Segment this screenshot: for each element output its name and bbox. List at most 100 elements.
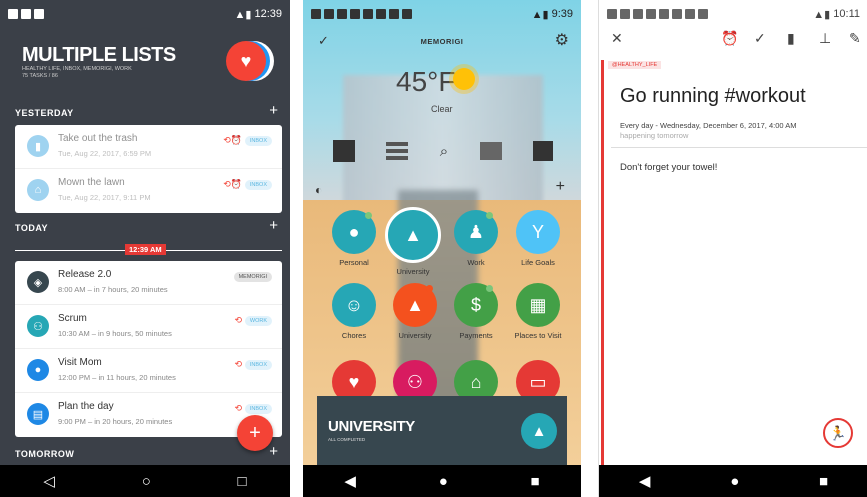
grid-view-icon[interactable] — [479, 142, 502, 160]
recents-icon[interactable]: □ — [238, 473, 247, 490]
task-row[interactable]: ● Visit Mom 12:00 PM – in 11 hours, 20 m… — [15, 349, 282, 393]
task-row[interactable]: ◈ Release 2.0 8:00 AM – in 7 hours, 20 m… — [15, 261, 282, 305]
running-icon[interactable]: 🏃 — [823, 418, 853, 448]
group-icon: ⚇ — [27, 315, 49, 337]
notification-icon — [337, 9, 347, 19]
list-label: University — [398, 331, 432, 340]
task-tag: WORK — [244, 316, 272, 326]
toggle-icon[interactable]: ◐ — [315, 183, 322, 197]
building-icon: ▦ — [516, 283, 560, 327]
list-tile[interactable]: $ Payments — [445, 283, 507, 340]
check-icon[interactable]: ✓ — [754, 30, 766, 47]
list-label: Payments — [459, 331, 493, 340]
notification-icon — [324, 9, 334, 19]
page-subtitle: HEALTHY LIFE, INBOX, MEMORIGI, WORK 75 T… — [22, 66, 162, 80]
list-tile[interactable]: ♟ Work — [445, 210, 507, 267]
home-button-icon[interactable]: ○ — [142, 473, 151, 490]
status-bar: ▲▮ 9:39 — [303, 0, 581, 28]
add-tomorrow-button[interactable]: + — [269, 443, 278, 460]
notification-icon — [311, 9, 321, 19]
notification-icon — [8, 9, 18, 19]
repeat-alarm-icon: ⟲⏰ — [223, 135, 242, 145]
task-time: Tue, Aug 22, 2017, 9:11 PM — [58, 193, 151, 202]
single-view-icon[interactable] — [532, 141, 553, 161]
task-row[interactable]: ⌂ Mown the lawn Tue, Aug 22, 2017, 9:11 … — [15, 169, 282, 213]
close-icon[interactable]: ✕ — [611, 30, 623, 47]
task-tag: MEMORIGI — [233, 272, 272, 282]
gear-icon[interactable]: ⚙ — [555, 30, 569, 50]
task-title: Go running #workout — [620, 85, 806, 107]
repeat-icon: ⟲ — [234, 359, 242, 369]
list-tile[interactable]: Y Life Goals — [507, 210, 569, 267]
task-title: Scrum — [58, 313, 87, 324]
task-note: Don't forget your towel! — [620, 162, 718, 173]
divider — [611, 147, 867, 148]
task-time: 12:00 PM – in 11 hours, 20 minutes — [58, 373, 176, 382]
add-today-button[interactable]: + — [269, 217, 278, 234]
notification-icon — [633, 9, 643, 19]
back-icon[interactable]: ◀ — [639, 472, 651, 490]
notification-icon — [698, 9, 708, 19]
list-tile[interactable]: ▲ University — [384, 283, 446, 340]
graduation-cap-icon: ▲ — [385, 207, 441, 263]
recents-icon[interactable]: ■ — [819, 473, 828, 490]
page-title: MULTIPLE LISTS — [22, 44, 176, 66]
back-icon[interactable]: ◁ — [43, 472, 55, 490]
notification-icon — [350, 9, 360, 19]
repeat-icon: ⟲ — [234, 315, 242, 325]
celebrate-icon: Y — [516, 210, 560, 254]
alarm-icon[interactable]: ⏰ — [721, 30, 738, 47]
task-tag: INBOX — [244, 360, 272, 370]
list-label: Personal — [339, 258, 369, 267]
panel-subtitle: ALL COMPLETED — [328, 437, 366, 442]
edit-icon[interactable]: ✎ — [849, 30, 861, 47]
section-tomorrow: TOMORROW — [15, 449, 75, 459]
add-list-button[interactable]: + — [556, 178, 565, 196]
delete-icon[interactable]: ▮ — [787, 30, 795, 47]
signal-icon: ▲▮ — [813, 8, 834, 21]
home-button-icon[interactable]: ● — [439, 473, 448, 490]
list-tag[interactable]: @HEALTHY_LIFE — [608, 61, 662, 69]
task-title: Take out the trash — [58, 133, 138, 144]
notification-icon — [607, 9, 617, 19]
notification-icon — [389, 9, 399, 19]
task-row[interactable]: ⚇ Scrum 10:30 AM – in 9 hours, 50 minute… — [15, 305, 282, 349]
notification-icon — [363, 9, 373, 19]
task-title: Visit Mom — [58, 357, 102, 368]
nav-bar: ◀ ● ■ — [599, 465, 867, 497]
split-view-icon[interactable] — [333, 140, 355, 162]
recents-icon[interactable]: ■ — [531, 473, 540, 490]
graduation-cap-icon: ▲ — [521, 413, 557, 449]
task-tag: INBOX — [244, 136, 272, 146]
panel-title: UNIVERSITY — [328, 418, 416, 435]
add-task-fab[interactable]: + — [237, 415, 273, 451]
task-row[interactable]: ▮ Take out the trash Tue, Aug 22, 2017, … — [15, 125, 282, 169]
add-yesterday-button[interactable]: + — [269, 102, 278, 119]
home-button-icon[interactable]: ● — [730, 473, 739, 490]
list-view-icon[interactable] — [386, 142, 409, 160]
signal-icon: ▲▮ — [531, 8, 552, 21]
list-tile[interactable]: ▦ Places to Visit — [507, 283, 569, 340]
temperature: 45°F — [396, 66, 456, 97]
section-today: TODAY — [15, 223, 49, 233]
android-icon: ◈ — [27, 271, 49, 293]
list-tile-selected[interactable]: ▲ University — [382, 207, 444, 276]
heart-icon[interactable]: ♥ — [226, 41, 266, 81]
clipboard-icon: ▤ — [27, 403, 49, 425]
notification-icon — [659, 9, 669, 19]
current-time-badge: 12:39 AM — [125, 244, 166, 255]
list-tile[interactable]: ● Personal — [323, 210, 385, 267]
back-icon[interactable]: ◀ — [344, 472, 356, 490]
badge-dot — [486, 212, 493, 219]
task-title: Plan the day — [58, 401, 114, 412]
sun-icon — [453, 68, 475, 90]
signal-icon: ▲▮ — [234, 8, 255, 21]
notification-icon — [620, 9, 630, 19]
badge-dot — [486, 285, 493, 292]
phone-multiple-lists: ▲▮ 12:39 MULTIPLE LISTS HEALTHY LIFE, IN… — [0, 0, 290, 497]
subtitle-task-count: 75 TASKS / 86 — [22, 73, 58, 79]
pin-icon[interactable]: ⊥ — [819, 30, 831, 47]
search-icon[interactable]: ⌕ — [440, 143, 448, 160]
selected-list-panel[interactable]: UNIVERSITY ALL COMPLETED ▲ — [317, 396, 567, 466]
list-tile[interactable]: ☺ Chores — [323, 283, 385, 340]
